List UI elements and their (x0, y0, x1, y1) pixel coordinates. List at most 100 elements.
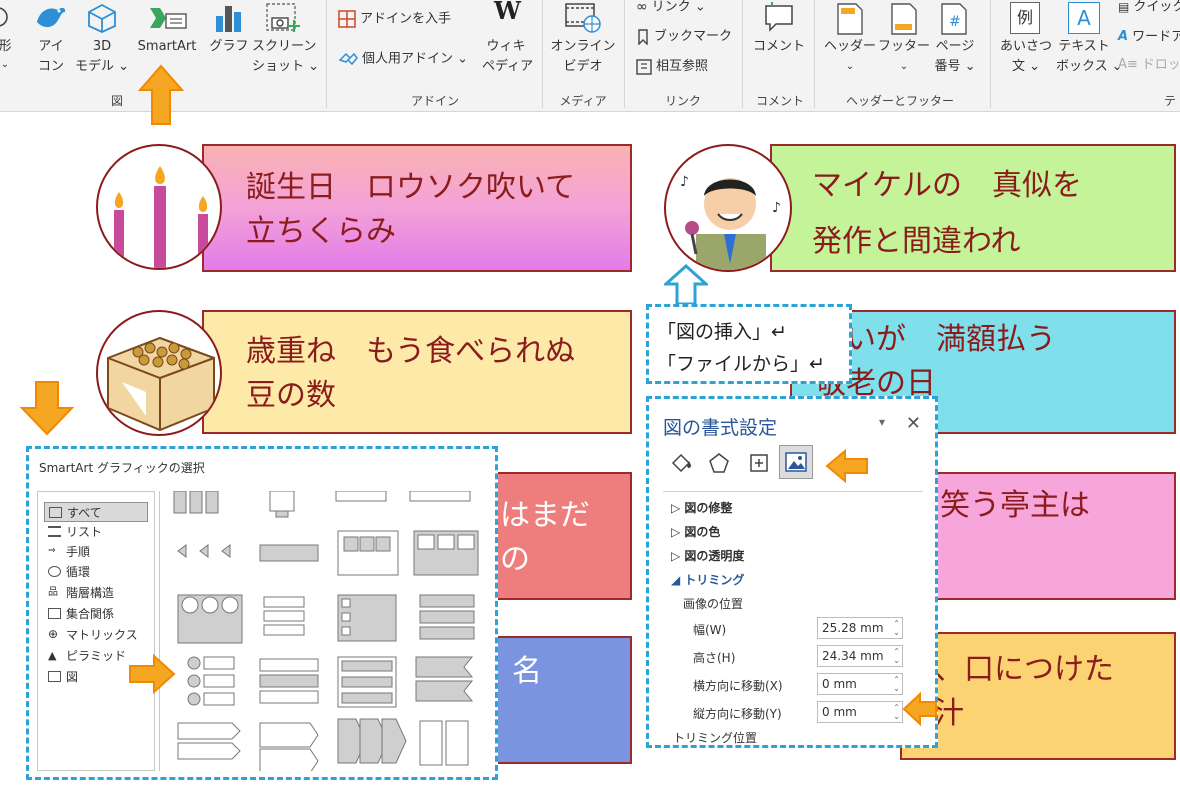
icons-button[interactable]: アイ コン (28, 0, 74, 80)
senryu-text-8: 、口につけた 汁 (934, 652, 1114, 731)
section-crop[interactable]: ◢ トリミング (671, 571, 744, 588)
page-number-button[interactable]: # ページ 番号 ⌄ (930, 0, 980, 80)
category-all[interactable]: すべて (44, 502, 148, 522)
greeting-icon: 例 (1010, 2, 1040, 34)
offset-x-spinner[interactable]: 0 mm ⌃ ⌄ (817, 673, 903, 695)
all-icon (49, 507, 62, 518)
quick-parts-icon: ▤ (1118, 0, 1130, 14)
group-label-text: テ (1163, 94, 1176, 108)
spinner-arrows-icon[interactable]: ⌃ ⌄ (893, 647, 900, 665)
arrow-right-orange-icon (129, 654, 176, 694)
wordart-icon: A (1118, 29, 1129, 44)
quick-parts-button[interactable]: ▤クイック (1118, 0, 1180, 17)
height-label: 高さ(H) (693, 651, 736, 665)
smartart-dialog: SmartArt グラフィックの選択 すべて リスト ⇒ 手順 循環 品階層構造 … (26, 446, 498, 780)
dialog-title: SmartArt グラフィックの選択 (39, 461, 205, 475)
textbox-button[interactable]: A テキスト ボックス ⌄ (1056, 0, 1123, 80)
bookmark-button[interactable]: ブックマーク (636, 28, 732, 46)
ribbon-separator (990, 0, 991, 108)
bar-chart-icon (216, 6, 241, 32)
bookmark-icon (638, 28, 648, 45)
category-list: すべて リスト ⇒ 手順 循環 品階層構造 集合関係 ⊕ マトリックス ▲ ピラミッド… (37, 491, 155, 771)
svg-text:♪: ♪ (680, 174, 689, 190)
shapes-button[interactable]: 形 ⌄ (0, 0, 18, 80)
offset-y-label: 縦方向に移動(Y) (693, 707, 782, 721)
offset-y-spinner[interactable]: 0 mm ⌃ ⌄ (817, 701, 903, 723)
ribbon-separator (624, 0, 625, 108)
spinner-arrows-icon[interactable]: ⌃ ⌄ (893, 675, 900, 693)
dropcap-button: A≡ドロップ (1118, 57, 1180, 73)
senryu-text-6: 笑う亭主は (940, 488, 1090, 523)
cycle-icon (48, 566, 61, 577)
process-icon: ⇒ (48, 546, 56, 556)
link-icon: ∞ (636, 0, 648, 15)
spinner-arrows-icon[interactable]: ⌃ ⌄ (893, 703, 900, 721)
relationship-icon (48, 608, 61, 619)
footer-button[interactable]: フッター ⌄ (878, 0, 930, 80)
ribbon-separator (326, 0, 327, 108)
height-spinner[interactable]: 24.34 mm ⌃ ⌄ (817, 645, 903, 667)
my-addins-button[interactable]: 個人用アドイン ⌄ (338, 50, 468, 69)
senryu-text-3: 歳重ね もう食べられぬ 豆の数 (246, 334, 576, 413)
layout-size-tab-icon[interactable] (747, 451, 771, 475)
pane-options-caret[interactable]: ▾ (879, 415, 885, 429)
picture-tab-selected[interactable] (779, 445, 813, 479)
textbox-icon: A (1068, 2, 1100, 34)
section-picture-corrections[interactable]: ▷ 図の修整 (671, 499, 732, 516)
senryu-text-5: はまだ の (500, 498, 590, 577)
senryu-text-7: 名 (512, 654, 542, 689)
group-label-illustrations: 図 (110, 94, 123, 108)
svg-text:♪: ♪ (772, 200, 781, 216)
wordart-button[interactable]: A ワードア (1118, 28, 1180, 47)
online-video-icon (565, 3, 601, 33)
category-hierarchy[interactable]: 品階層構造 (44, 583, 148, 603)
singer-illustration: ♪ ♪ (664, 144, 792, 272)
get-addins-button[interactable]: アドインを入手 (338, 10, 451, 29)
close-icon[interactable]: ✕ (906, 413, 921, 434)
category-cycle[interactable]: 循環 (44, 562, 148, 582)
senryu-text-4: ないが 満額払う 敬老の日 (816, 322, 1056, 401)
wikipedia-button[interactable]: W ウィキ ペディア (482, 0, 533, 80)
wikipedia-icon: W (494, 0, 521, 25)
pane-divider (663, 491, 923, 492)
cross-reference-button[interactable]: 相互参照 (636, 58, 708, 76)
ribbon-separator (742, 0, 743, 108)
senryu-text-2: マイケルの 真似を 発作と間違われ (812, 168, 1082, 259)
puzzle-icon (338, 52, 358, 66)
online-video-button[interactable]: オンライン ビデオ (548, 0, 618, 80)
arrow-up-orange-icon (138, 64, 184, 125)
fill-line-tab-icon[interactable] (669, 451, 693, 475)
addins-store-icon (338, 10, 356, 28)
category-process[interactable]: ⇒ 手順 (44, 542, 148, 562)
ribbon-separator (542, 0, 543, 108)
screenshot-button[interactable]: スクリーン ショット ⌄ (252, 0, 319, 80)
candles-icon (114, 166, 208, 268)
layout-thumbnails (173, 490, 479, 774)
header-button[interactable]: ヘッダー ⌄ (822, 0, 878, 80)
3d-models-button[interactable]: 3D モデル ⌄ (74, 0, 130, 80)
category-matrix[interactable]: ⊕ マトリックス (44, 625, 148, 645)
comment-icon (765, 2, 793, 32)
svg-text:#: # (949, 14, 961, 30)
section-picture-transparency[interactable]: ▷ 図の透明度 (671, 547, 744, 564)
group-label-header-footer: ヘッダーとフッター (845, 94, 954, 108)
width-spinner[interactable]: 25.28 mm ⌃ ⌄ (817, 617, 903, 639)
effects-tab-icon[interactable] (707, 451, 731, 475)
link-button[interactable]: ∞ リンク ⌄ (636, 0, 706, 17)
ribbon-separator (814, 0, 815, 108)
spinner-arrows-icon[interactable]: ⌃ ⌄ (893, 619, 900, 637)
crop-position-heading: トリミング位置 (673, 731, 758, 745)
chart-button[interactable]: グラフ (206, 0, 252, 80)
category-list-item[interactable]: リスト (44, 522, 148, 542)
footer-icon (891, 3, 917, 35)
group-label-addins: アドイン (410, 94, 459, 108)
comment-button[interactable]: コメント (750, 0, 808, 80)
candles-illustration (96, 144, 222, 270)
pane-title: 図の書式設定 (663, 417, 778, 439)
picture-position-heading: 画像の位置 (683, 597, 744, 611)
singer-icon: ♪ ♪ (680, 174, 781, 270)
greeting-button[interactable]: 例 あいさつ 文 ⌄ (996, 0, 1056, 80)
section-picture-color[interactable]: ▷ 図の色 (671, 523, 720, 540)
category-relationship[interactable]: 集合関係 (44, 604, 148, 624)
cube-icon (88, 3, 116, 33)
